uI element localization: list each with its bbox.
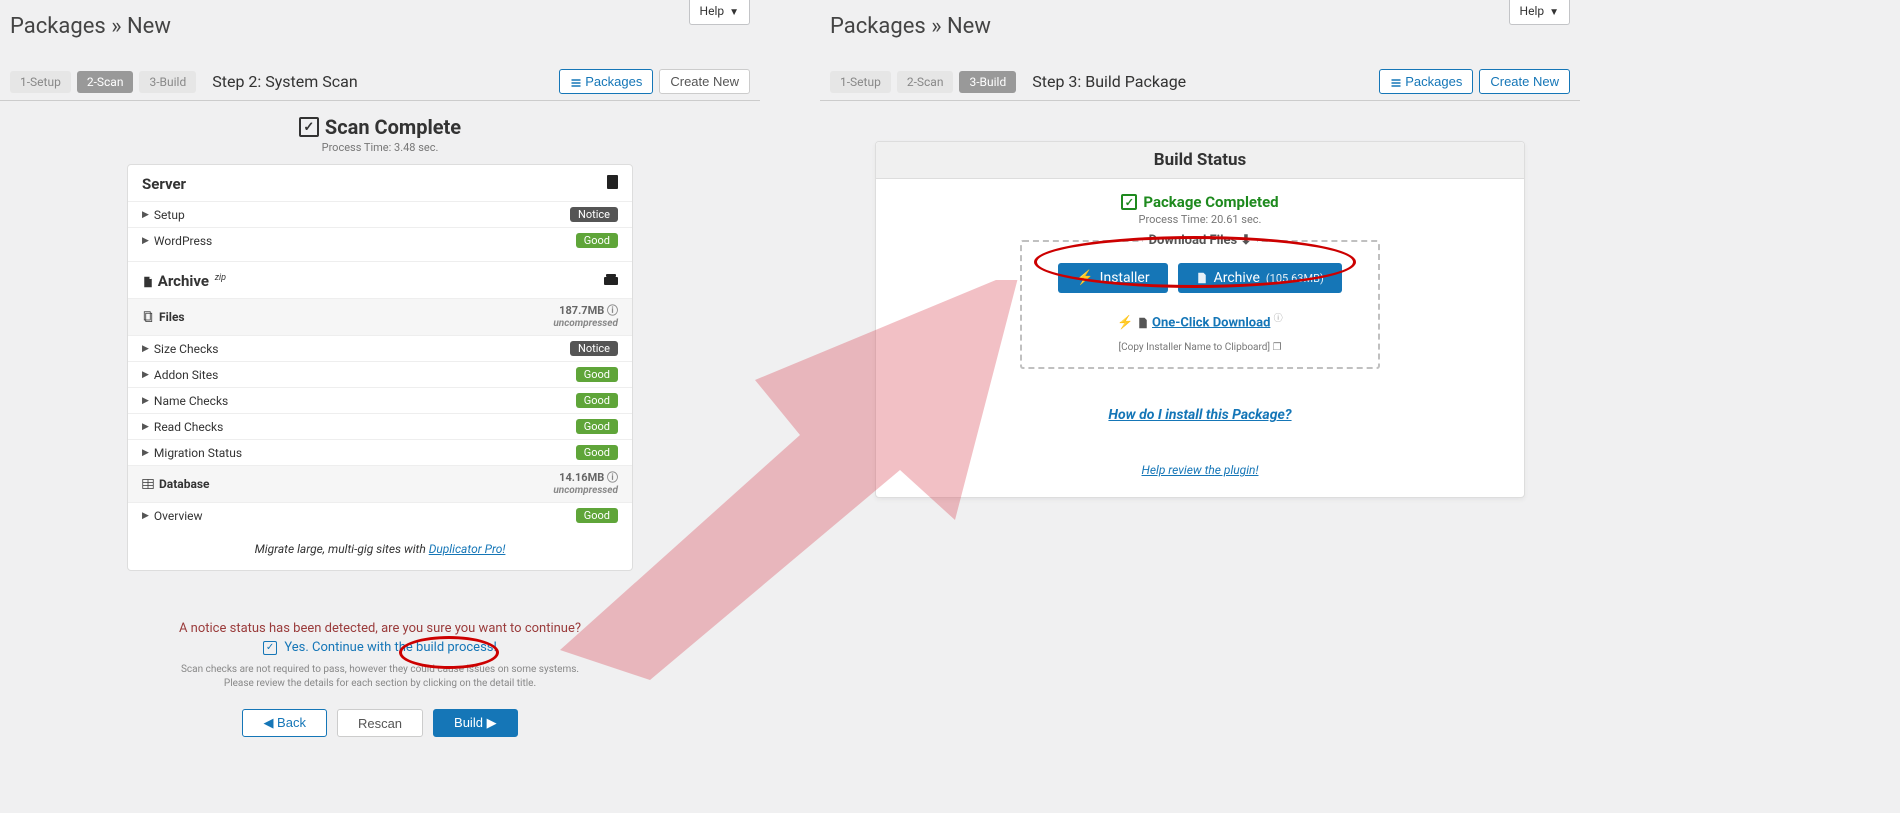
chevron-down-icon: ▼ <box>729 7 739 18</box>
database-label: Database <box>159 477 210 491</box>
checkbox-checked-icon: ✓ <box>299 117 319 137</box>
review-plugin-link[interactable]: Help review the plugin! <box>1142 463 1259 477</box>
installer-label: Installer <box>1100 270 1150 286</box>
status-badge: Good <box>576 393 618 408</box>
status-badge: Good <box>576 445 618 460</box>
back-button[interactable]: ◀ Back <box>242 709 327 737</box>
addon-sites-row[interactable]: ▶Addon SitesGood <box>128 361 632 387</box>
installer-button[interactable]: ⚡ Installer <box>1058 263 1167 293</box>
archive-size: (105.63MB) <box>1266 272 1324 285</box>
fine-print-2: Please review the details for each secti… <box>0 677 760 691</box>
scan-complete-title: Scan Complete <box>325 115 461 139</box>
table-icon <box>142 478 154 490</box>
size-checks-row[interactable]: ▶Size ChecksNotice <box>128 335 632 361</box>
caret-right-icon: ▶ <box>142 210 149 220</box>
one-click-download-link[interactable]: One-Click Download <box>1152 315 1270 330</box>
archive-zip-sup: zip <box>215 273 226 283</box>
db-size: 14.16MB <box>559 471 604 484</box>
setup-label: Setup <box>154 208 185 222</box>
status-badge: Good <box>576 508 618 523</box>
create-new-button[interactable]: Create New <box>1479 69 1570 94</box>
create-new-button[interactable]: Create New <box>659 69 750 94</box>
status-badge: Notice <box>570 207 618 222</box>
process-time: Process Time: 3.48 sec. <box>0 141 760 154</box>
server-wordpress-row[interactable]: ▶ WordPress Good <box>128 227 632 253</box>
rescan-button[interactable]: Rescan <box>337 709 423 737</box>
packages-label: Packages <box>1405 74 1462 89</box>
build-status-panel: Build Status ✓ Package Completed Process… <box>875 141 1525 498</box>
download-files-title: Download Files ⬇ <box>1143 233 1258 248</box>
migration-status-row[interactable]: ▶Migration StatusGood <box>128 439 632 465</box>
packages-button[interactable]: Packages <box>1379 69 1474 94</box>
build-status-head: Build Status <box>876 142 1524 179</box>
chevron-down-icon: ▼ <box>1549 7 1559 18</box>
install-help-link[interactable]: How do I install this Package? <box>1108 407 1291 423</box>
server-setup-row[interactable]: ▶ Setup Notice <box>128 201 632 227</box>
bolt-icon: ⚡ <box>1117 315 1133 330</box>
status-badge: Notice <box>570 341 618 356</box>
copy-icon <box>142 311 154 323</box>
process-time: Process Time: 20.61 sec. <box>896 213 1504 226</box>
files-size-sub: uncompressed <box>553 318 618 329</box>
server-section-title: Server <box>142 175 186 193</box>
database-header-row: Database 14.16MB ⓘ uncompressed <box>128 465 632 502</box>
notice-message: A notice status has been detected, are y… <box>0 621 760 636</box>
duplicator-pro-link[interactable]: Duplicator Pro! <box>429 542 506 556</box>
file-icon <box>1196 272 1208 284</box>
download-arrow-icon: ⬇ <box>1240 233 1251 248</box>
server-icon <box>607 175 618 193</box>
name-checks-row[interactable]: ▶Name ChecksGood <box>128 387 632 413</box>
info-icon: ⓘ <box>1274 314 1283 324</box>
build-button[interactable]: Build ▶ <box>433 709 518 737</box>
step-1-setup[interactable]: 1-Setup <box>830 71 891 93</box>
bolt-icon: ⚡ <box>1076 270 1093 286</box>
page-title: Packages » New <box>0 0 760 39</box>
step-title: Step 3: Build Package <box>1032 72 1186 91</box>
packages-label: Packages <box>585 74 642 89</box>
status-badge: Good <box>576 233 618 248</box>
checkbox-checked-icon: ✓ <box>1121 194 1137 210</box>
storage-icon <box>604 274 618 289</box>
continue-label: Yes. Continue with the build process! <box>284 640 497 655</box>
files-label: Files <box>159 310 185 324</box>
package-completed-label: Package Completed <box>1143 193 1278 211</box>
file-icon <box>142 276 154 288</box>
files-size: 187.7MB <box>559 304 604 317</box>
step-2-scan[interactable]: 2-Scan <box>897 71 954 93</box>
help-label: Help <box>1520 4 1545 18</box>
archive-button[interactable]: Archive (105.63MB) <box>1178 263 1342 293</box>
fine-print-1: Scan checks are not required to pass, ho… <box>0 663 760 677</box>
copy-icon: ❐ <box>1273 342 1282 353</box>
page-title: Packages » New <box>820 0 1580 39</box>
file-icon <box>1137 317 1149 329</box>
step-2-scan[interactable]: 2-Scan <box>77 71 134 93</box>
layers-icon <box>1390 77 1402 89</box>
step-3-build[interactable]: 3-Build <box>139 71 196 93</box>
step-1-setup[interactable]: 1-Setup <box>10 71 71 93</box>
help-tab[interactable]: Help ▼ <box>1509 0 1570 25</box>
step-3-build[interactable]: 3-Build <box>959 71 1016 93</box>
copy-installer-link[interactable]: [Copy Installer Name to Clipboard] <box>1118 342 1270 353</box>
checkbox-checked-icon: ✓ <box>263 641 277 655</box>
scan-panel: Server ▶ Setup Notice ▶ WordPress Good Arc… <box>127 164 633 571</box>
status-badge: Good <box>576 367 618 382</box>
status-badge: Good <box>576 419 618 434</box>
read-checks-row[interactable]: ▶Read ChecksGood <box>128 413 632 439</box>
step-title: Step 2: System Scan <box>212 72 357 91</box>
continue-checkbox-row[interactable]: ✓ Yes. Continue with the build process! <box>0 640 760 655</box>
promo-text: Migrate large, multi-gig sites with Dupl… <box>128 542 632 556</box>
files-header-row: Files 187.7MB ⓘ uncompressed <box>128 298 632 335</box>
packages-button[interactable]: Packages <box>559 69 654 94</box>
wordpress-label: WordPress <box>154 234 212 248</box>
caret-right-icon: ▶ <box>142 236 149 246</box>
download-files-frame: Download Files ⬇ ⚡ Installer Archive (10… <box>1020 240 1380 369</box>
archive-section-title: Archive <box>158 272 209 290</box>
archive-label: Archive <box>1214 270 1260 286</box>
help-tab[interactable]: Help ▼ <box>689 0 750 25</box>
help-label: Help <box>700 4 725 18</box>
db-overview-row[interactable]: ▶OverviewGood <box>128 502 632 528</box>
db-size-sub: uncompressed <box>553 485 618 496</box>
layers-icon <box>570 77 582 89</box>
